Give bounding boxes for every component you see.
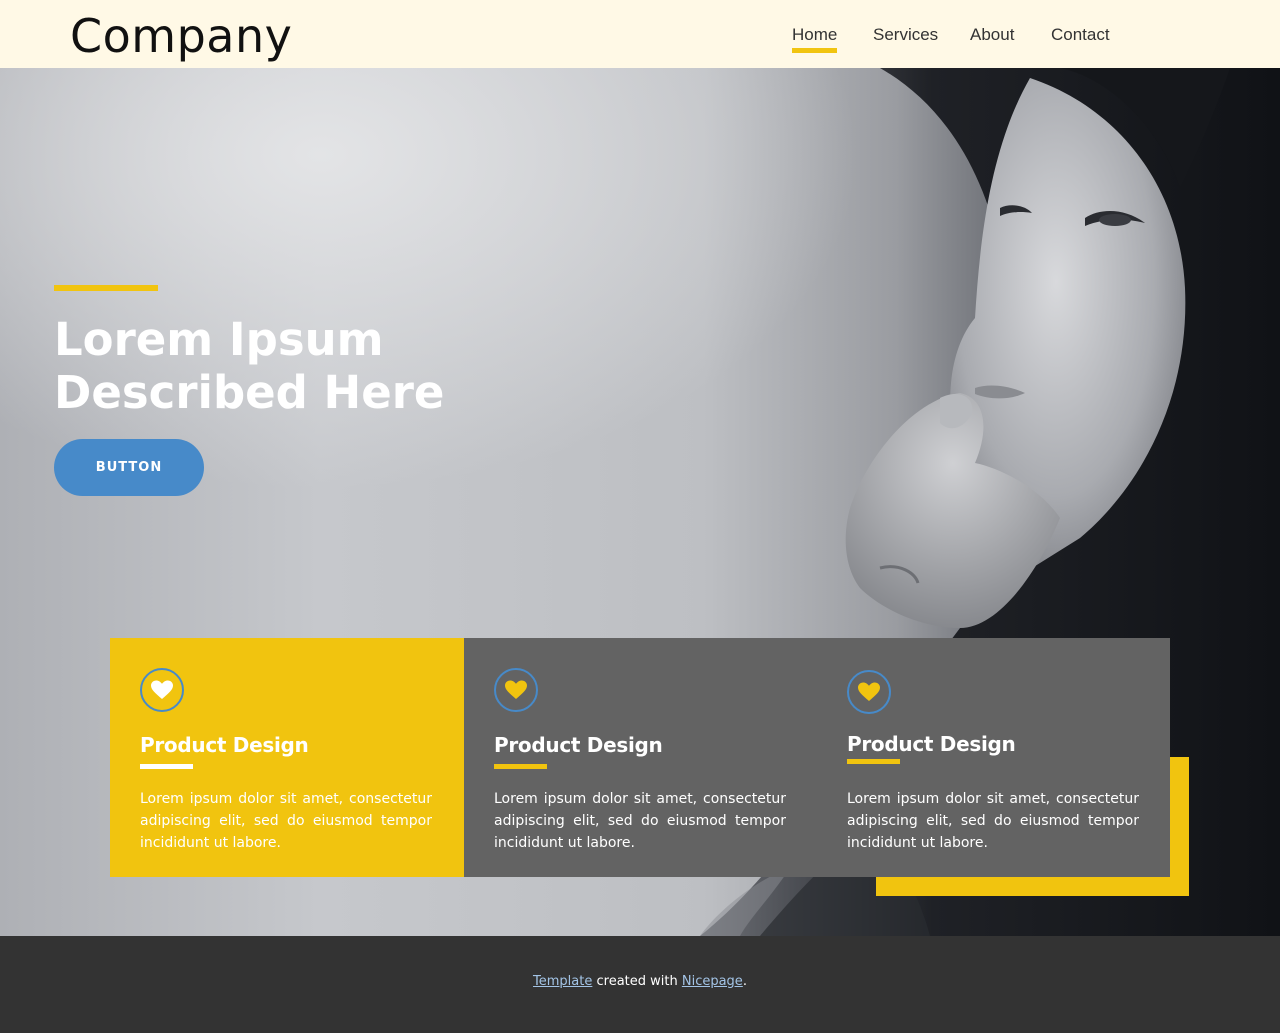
hero-cta-button[interactable]: BUTTON bbox=[54, 439, 204, 496]
heart-icon bbox=[847, 670, 891, 714]
nicepage-link[interactable]: Nicepage bbox=[682, 974, 743, 989]
site-header: Company Home Services About Contact bbox=[0, 0, 1280, 68]
nav-services[interactable]: Services bbox=[873, 24, 938, 46]
nav-contact[interactable]: Contact bbox=[1051, 24, 1110, 46]
nav-about[interactable]: About bbox=[970, 24, 1014, 46]
hero-title-line2: Described Here bbox=[54, 366, 445, 419]
hero-title: Lorem Ipsum Described Here bbox=[54, 313, 574, 419]
nav-home[interactable]: Home bbox=[792, 24, 838, 53]
hero-section: Lorem Ipsum Described Here BUTTON Produc… bbox=[0, 68, 1280, 936]
feature-card-divider bbox=[140, 764, 193, 769]
feature-card: Product Design Lorem ipsum dolor sit ame… bbox=[817, 638, 1170, 877]
feature-card-title: Product Design bbox=[494, 733, 663, 757]
feature-card-title: Product Design bbox=[847, 732, 1016, 756]
heart-icon bbox=[140, 668, 184, 712]
feature-card-text: Lorem ipsum dolor sit amet, consectetur … bbox=[494, 791, 786, 851]
feature-card-divider bbox=[494, 764, 547, 769]
site-footer: Template created with Nicepage. bbox=[0, 936, 1280, 1033]
feature-card-divider bbox=[847, 759, 900, 764]
feature-card-text: Lorem ipsum dolor sit amet, consectetur … bbox=[140, 791, 432, 851]
feature-card-text: Lorem ipsum dolor sit amet, consectetur … bbox=[847, 791, 1139, 851]
template-link[interactable]: Template bbox=[533, 974, 592, 989]
heart-icon bbox=[494, 668, 538, 712]
hero-accent-bar bbox=[54, 285, 158, 291]
feature-card: Product Design Lorem ipsum dolor sit ame… bbox=[464, 638, 817, 877]
footer-period: . bbox=[742, 974, 747, 989]
company-logo[interactable]: Company bbox=[70, 8, 292, 64]
footer-credit: Template created with Nicepage. bbox=[0, 974, 1280, 989]
feature-card-title: Product Design bbox=[140, 733, 309, 757]
footer-credit-text: created with bbox=[592, 974, 682, 989]
hero-title-line1: Lorem Ipsum bbox=[54, 313, 384, 366]
feature-card: Product Design Lorem ipsum dolor sit ame… bbox=[110, 638, 464, 877]
